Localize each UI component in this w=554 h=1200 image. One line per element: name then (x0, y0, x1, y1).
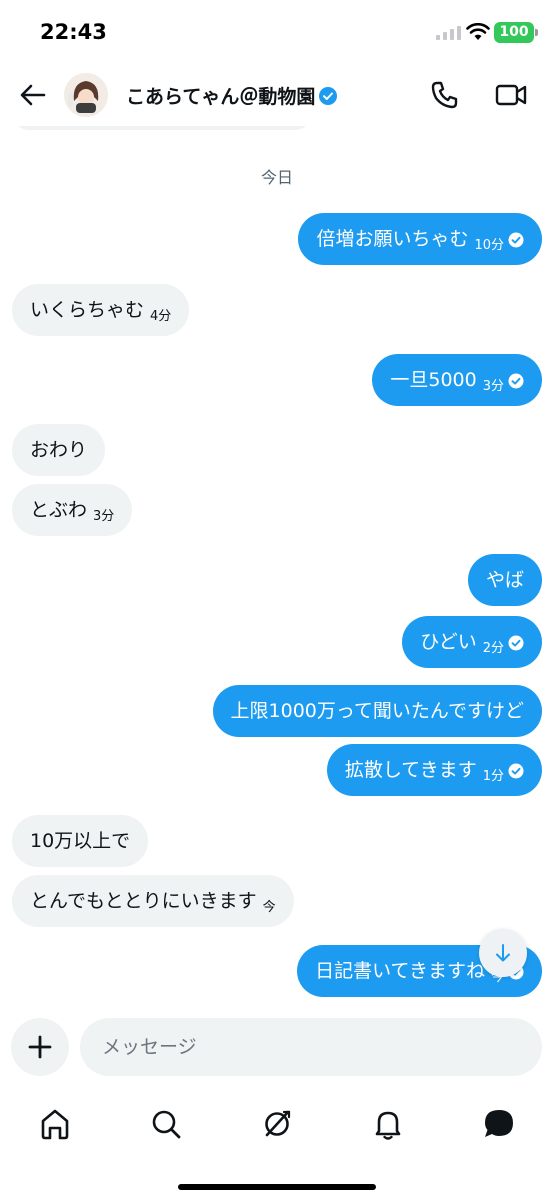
contact-name: こあらてゃん＠動物園 (126, 86, 316, 108)
message-time: 今 (262, 900, 276, 915)
home-icon[interactable] (35, 1104, 75, 1144)
message-text: 一旦5000 (390, 369, 477, 391)
read-receipt-icon (508, 763, 524, 779)
read-receipt-icon (508, 232, 524, 248)
messages-icon[interactable] (479, 1104, 519, 1144)
cellular-signal-icon (436, 26, 461, 40)
message-input[interactable] (80, 1018, 542, 1076)
arrow-down-icon (496, 944, 510, 962)
notifications-icon[interactable] (368, 1104, 408, 1144)
message-text: おわり (30, 439, 88, 461)
incoming-message[interactable]: おわり (12, 424, 106, 476)
message-text: やば (485, 569, 524, 591)
message-text: 日記書いてきますね (315, 960, 485, 982)
date-separator: 今日 (260, 168, 293, 187)
message-text: とんでもととりにいきます (30, 890, 257, 912)
message-text: ひどい (420, 631, 477, 653)
bottom-tab-bar (0, 1096, 554, 1154)
grok-icon[interactable] (257, 1104, 297, 1144)
outgoing-message[interactable]: 一旦5000 3分 (372, 354, 542, 406)
outgoing-message[interactable]: 拡散してきます 1分 (326, 744, 542, 796)
message-time: 3分 (482, 379, 504, 394)
incoming-message[interactable]: とぶわ 3分 (12, 484, 133, 536)
wifi-icon (466, 23, 490, 40)
video-call-icon[interactable] (494, 80, 528, 110)
home-indicator (178, 1184, 376, 1190)
outgoing-message[interactable]: 上限1000万って聞いたんですけど (212, 685, 542, 737)
outgoing-message[interactable]: やば (467, 554, 542, 606)
status-bar: 22:43 100 (0, 0, 554, 64)
read-receipt-icon (508, 373, 524, 389)
message-time: 2分 (482, 641, 504, 656)
scroll-to-bottom-button[interactable] (479, 929, 527, 977)
read-receipt-icon (508, 635, 524, 651)
status-time: 22:43 (40, 20, 107, 44)
message-text: 拡散してきます (344, 759, 477, 781)
search-icon[interactable] (146, 1104, 186, 1144)
message-time: 4分 (150, 309, 172, 324)
conversation-title[interactable]: こあらてゃん＠動物園 (126, 82, 338, 109)
message-time: 3分 (93, 509, 115, 524)
outgoing-message[interactable]: ひどい 2分 (402, 616, 542, 668)
battery-indicator: 100 (494, 22, 538, 43)
message-text: 10万以上で (30, 830, 131, 852)
outgoing-message[interactable]: 倍増お願いちゃむ 10分 (298, 213, 542, 265)
attach-button[interactable] (11, 1018, 69, 1076)
message-time: 1分 (482, 769, 504, 784)
conversation-header: こあらてゃん＠動物園 (0, 64, 554, 126)
message-composer (0, 1014, 554, 1084)
message-time: 10分 (474, 238, 504, 253)
message-text: 上限1000万って聞いたんですけど (230, 700, 524, 722)
incoming-message[interactable]: いくらちゃむ 4分 (12, 284, 190, 336)
message-text: とぶわ (30, 499, 88, 521)
incoming-message[interactable]: とんでもととりにいきます今 (12, 875, 294, 927)
avatar[interactable] (64, 73, 108, 117)
phone-call-icon[interactable] (430, 80, 460, 110)
incoming-message[interactable]: 10万以上で (12, 815, 149, 867)
message-text: 倍増お願いちゃむ (316, 228, 469, 250)
message-list[interactable]: 今日 倍増お願いちゃむ 10分 いくらちゃむ 4分 一旦5000 3分 おわり とぶわ… (0, 126, 554, 1006)
avatar-image (64, 73, 108, 117)
back-arrow-icon[interactable] (16, 78, 50, 112)
verified-badge-icon (319, 87, 338, 105)
previous-message-bubble[interactable] (12, 126, 312, 130)
message-text: いくらちゃむ (30, 299, 145, 321)
plus-icon (28, 1035, 52, 1059)
